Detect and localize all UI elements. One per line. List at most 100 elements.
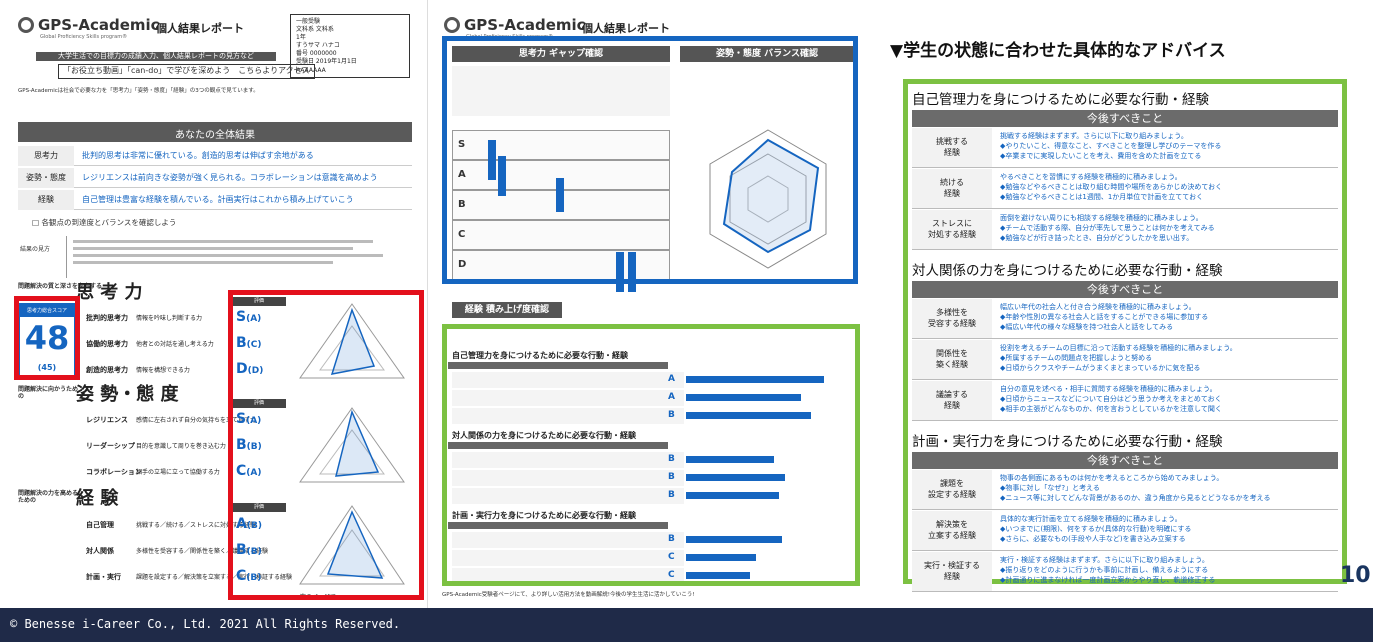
advice-line: ◆いつまでに(期限)、何をするか(具体的な行動)を明確にする	[1000, 525, 1192, 534]
advice-line: 実行・検証する経験はまずまず。さらに以下に取り組みましょう。	[1000, 556, 1209, 564]
advice-line: 役割を考えるチームの目標に沿って活動する経験を積極的に積みましょう。	[1000, 344, 1237, 352]
item-name: コラボレーション	[86, 468, 142, 476]
advice-row-key: 続ける 経験	[912, 169, 992, 208]
advice-line: ◆相手の主張がどんなものか、何を言おうとしているかを注意して聞く	[1000, 405, 1222, 414]
advice-row-key: 議論する 経験	[912, 381, 992, 420]
item-name: リーダーシップ	[86, 442, 135, 450]
report-page-2: GPS-Academic Global Proficiency Skills p…	[436, 0, 864, 608]
score-highlight-box	[14, 296, 80, 380]
advice-row-text: 役割を考えるチームの目標に沿って活動する経験を積極的に積みましょう。 ◆所属するチ…	[1000, 343, 1336, 373]
report-title-2: 個人結果レポート	[582, 22, 670, 35]
viewpoint-label: 結果の見方	[20, 246, 51, 253]
info-line: 1年	[296, 34, 306, 42]
item-name: 自己管理	[86, 521, 114, 529]
advice-line: ◆振り返りをどのように行うかも事前に計画し、備えるようにする	[1000, 566, 1209, 575]
advice-row-text: 自分の意見を述べる・相手に質問する経験を積極的に積みましょう。 ◆日頃からニュース…	[1000, 384, 1336, 414]
info-line: すうサマ ハナコ	[296, 42, 340, 50]
overall-row-key: 経験	[18, 190, 74, 210]
advice-row-text: 挑戦する経験はまずまず。さらに以下に取り組みましょう。 ◆やりたいこと、得意なこと…	[1000, 131, 1336, 161]
item-name: 批判的思考力	[86, 314, 128, 322]
item-desc: 情報を吟味し判断する力	[136, 315, 203, 322]
advice-row: 関係性を 築く経験 役割を考えるチームの目標に沿って活動する経験を積極的に積みまし…	[912, 340, 1338, 380]
advice-row: 課題を 設定する経験 物事の各側面にあるものは何かを考えるところから始めてみましょ…	[912, 470, 1338, 510]
advice-section-title: 対人関係の力を身につけるために必要な行動・経験	[912, 263, 1223, 279]
brand-logo: GPS-Academic Global Proficiency Skills p…	[18, 16, 160, 40]
advice-column-label: 今後すべきこと	[912, 110, 1338, 127]
advice-section-title: 自己管理力を身につけるために必要な行動・経験	[912, 92, 1209, 108]
copyright: © Benesse i-Career Co., Ltd. 2021 All Ri…	[10, 617, 401, 631]
advice-row-text: やるべきことを習慣にする経験を積極的に積みましょう。 ◆勉強などやるべきことは取り…	[1000, 172, 1336, 202]
report-page-1: GPS-Academic Global Proficiency Skills p…	[0, 0, 428, 608]
advice-line: ◆物事に対し「なぜ?」と考える	[1000, 484, 1100, 493]
item-name: 対人関係	[86, 547, 114, 555]
advice-row: ストレスに 対処する経験 面倒を避けない周りにも相談する経験を積極的に積みましょう…	[912, 210, 1338, 250]
check-note: □ 各観点の到達度とバランスを確認しよう	[32, 218, 177, 227]
gps-logo-icon-2	[444, 17, 460, 33]
advice-row-key: 挑戦する 経験	[912, 128, 992, 167]
overall-row: 思考力 批判的思考は非常に優れている。創造的思考は伸ばす余地がある	[18, 146, 412, 166]
promo-band: 大学生活での目標力の成績入力、個人結果レポートの見方など	[36, 52, 276, 61]
advice-row-text: 具体的な実行計画を立てる経験を積極的に積みましょう。 ◆いつまでに(期限)、何をす…	[1000, 514, 1336, 544]
progress-header: 経験 積み上げ度確認	[452, 302, 562, 318]
bottom-note: GPS-Academic受験者ページにて、より詳しい活用方法を動画解説!今後の学…	[442, 592, 695, 598]
advice-column-label: 今後すべきこと	[912, 281, 1338, 298]
grade-highlight-box	[228, 290, 424, 600]
advice-line: やるべきことを習慣にする経験を積極的に積みましょう。	[1000, 173, 1182, 181]
page-number: 10	[1340, 563, 1371, 588]
keiken-title: 経 験	[76, 488, 119, 509]
advice-row: 解決策を 立案する経験 具体的な実行計画を立てる経験を積極的に積みましょう。 ◆いつ…	[912, 511, 1338, 551]
item-desc: 情報を構想できる力	[136, 367, 190, 374]
blue-highlight-box	[442, 36, 858, 284]
report-title: 個人結果レポート	[156, 22, 244, 35]
advice-row-text: 面倒を避けない周りにも相談する経験を積極的に積みましょう。 ◆チームで活動する際、…	[1000, 213, 1336, 243]
advice-line: ◆日頃からニュースなどについて自分はどう思うか考えをまとめておく	[1000, 395, 1222, 404]
advice-line: ◆卒業までに実現したいことを考え、費用を含めた計画を立てる	[1000, 152, 1202, 161]
overall-row-value: 自己管理は豊富な経験を積んでいる。計画実行はこれから積み上げていこう	[82, 195, 354, 204]
overall-row-value: レジリエンスは前向きな姿勢が強く見られる。コラボレーションは意識を高めよう	[82, 173, 378, 182]
advice-row-key: 関係性を 築く経験	[912, 340, 992, 379]
shisei-kicker: 問題解決に向かうための	[18, 386, 79, 401]
keiken-kicker: 問題解決の力を高めるための	[18, 490, 79, 505]
item-row: 協働的思考力 他者との対話を通し考える力	[86, 339, 214, 349]
advice-row: 多様性を 受容する経験 幅広い年代の社会人と付き合う経験を積極的に積みましょう。 ◆…	[912, 299, 1338, 339]
advice-row-key: 実行・検証する 経験	[912, 552, 992, 591]
advice-line: ◆勉強などが行き詰ったとき、自分がどうしたかを思い出す。	[1000, 234, 1194, 243]
advice-row: 議論する 経験 自分の意見を述べる・相手に質問する経験を積極的に積みましょう。 ◆日…	[912, 381, 1338, 421]
item-row: 批判的思考力 情報を吟味し判断する力	[86, 313, 202, 323]
advice-line: 具体的な実行計画を立てる経験を積極的に積みましょう。	[1000, 515, 1182, 523]
advice-line: 面倒を避けない周りにも相談する経験を積極的に積みましょう。	[1000, 214, 1203, 222]
advice-row: 挑戦する 経験 挑戦する経験はまずまず。さらに以下に取り組みましょう。 ◆やりたいこ…	[912, 128, 1338, 168]
advice-row: 続ける 経験 やるべきことを習慣にする経験を積極的に積みましょう。 ◆勉強などやるべ…	[912, 169, 1338, 209]
shikou-title: 思 考 力	[76, 282, 143, 303]
advice-line: ◆計画通りに進まなければ一度計画立案からやり直し、軌道修正する	[1000, 576, 1216, 585]
advice-row-text: 幅広い年代の社会人と付き合う経験を積極的に積みましょう。 ◆年齢や性別の異なる社会…	[1000, 302, 1336, 332]
advice-line: 挑戦する経験はまずまず。さらに以下に取り組みましょう。	[1000, 132, 1188, 140]
advice-column-label: 今後すべきこと	[912, 452, 1338, 469]
advice-line: ◆幅広い年代の様々な経験を持つ社会人と話をしてみる	[1000, 323, 1174, 332]
overall-row: 姿勢・態度 レジリエンスは前向きな姿勢が強く見られる。コラボレーションは意識を高め…	[18, 168, 412, 188]
advice-row-key: 多様性を 受容する経験	[912, 299, 992, 338]
advice-line: 幅広い年代の社会人と付き合う経験を積極的に積みましょう。	[1000, 303, 1196, 311]
advice-line: ◆さらに、必要なもの(手段や人手など)を書き込み立案する	[1000, 535, 1186, 544]
item-desc: 他者との対話を通し考える力	[136, 341, 214, 348]
overall-row-key: 姿勢・態度	[18, 168, 74, 188]
item-row: リーダーシップ目的を意識して周りを巻き込む力	[86, 441, 226, 451]
gps-logo-icon	[18, 17, 34, 33]
item-desc: 相手の立場に立って協働する力	[136, 469, 220, 476]
item-name: レジリエンス	[86, 416, 128, 424]
item-row: コラボレーション相手の立場に立って協働する力	[86, 467, 220, 477]
info-line: 一般受験	[296, 18, 321, 25]
advice-row: 実行・検証する 経験 実行・検証する経験はまずまず。さらに以下に取り組みましょう。…	[912, 552, 1338, 592]
advice-line: ◆チームで活動する際、自分が率先して思うことは何かを考えてみる	[1000, 224, 1215, 233]
slide: GPS-Academic Global Proficiency Skills p…	[0, 0, 1373, 642]
item-row: 創造的思考力 情報を構想できる力	[86, 365, 190, 375]
advice-line: ◆ニュース等に対してどんな背景があるのか、違う角度から見るとどうなるかを考える	[1000, 494, 1271, 503]
item-name: 協働的思考力	[86, 340, 128, 348]
promo-link[interactable]: 「お役立ち動画」「can-do」で学びを深めよう こちらよりアクセス	[58, 64, 315, 79]
item-name: 計画・実行	[86, 573, 121, 581]
green-highlight-box	[442, 324, 860, 586]
advice-heading: ▼学生の状態に合わせた具体的なアドバイス	[890, 41, 1226, 61]
advice-line: ◆勉強などやるべきことは1週間、1か月単位で計画を立てておく	[1000, 193, 1204, 202]
overall-row-value: 批判的思考は非常に優れている。創造的思考は伸ばす余地がある	[82, 151, 314, 160]
advice-line: ◆年齢や性別の異なる社会人と話をすることができる場に参加する	[1000, 313, 1209, 322]
